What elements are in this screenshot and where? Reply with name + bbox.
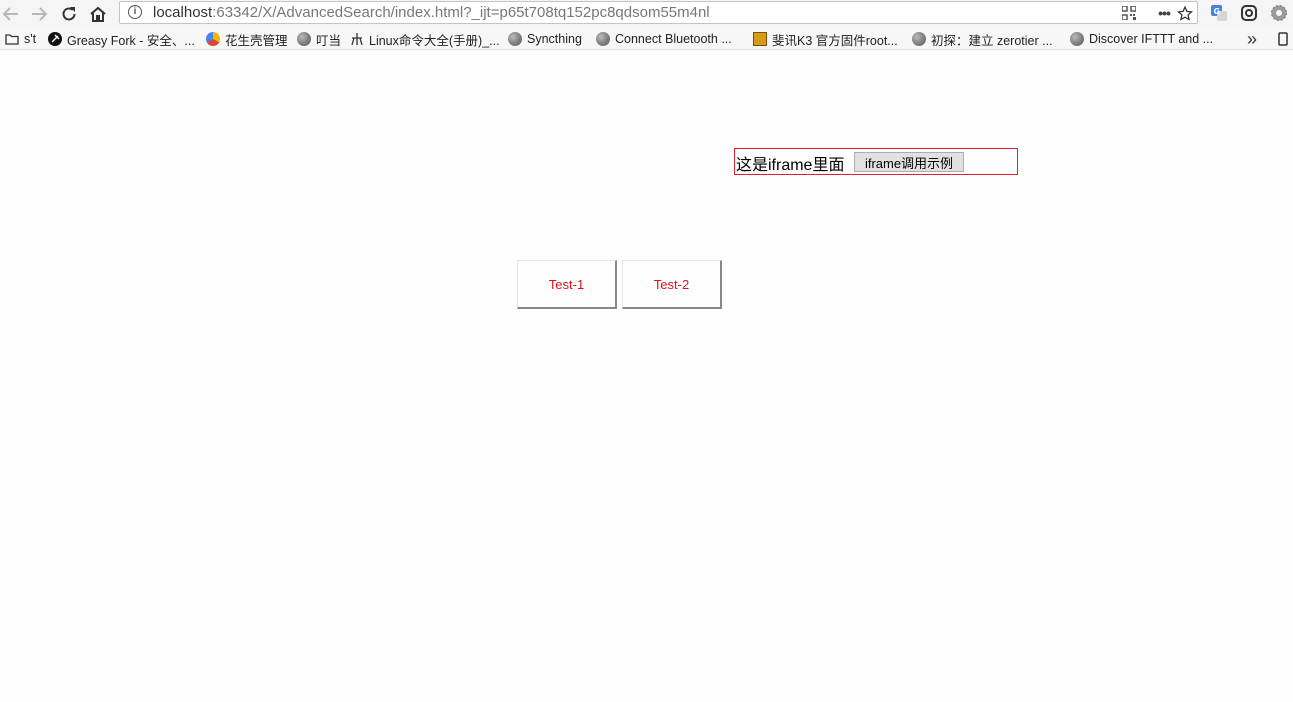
- linux-icon: [351, 33, 363, 46]
- test-1-button[interactable]: Test-1: [517, 260, 617, 309]
- bookmark-oray[interactable]: 花生壳管理: [206, 30, 288, 48]
- bookmark-linux-commands[interactable]: Linux命令大全(手册)_...: [350, 30, 500, 48]
- iframe-frame: 这是iframe里面 iframe调用示例: [734, 148, 1018, 175]
- globe-icon: [508, 32, 522, 46]
- bookmark-phicomm-k3[interactable]: 斐讯K3 官方固件root...: [753, 30, 898, 48]
- page-content: 这是iframe里面 iframe调用示例 Test-1 Test-2: [0, 50, 1293, 702]
- arrow-left-icon: [2, 7, 18, 21]
- bookmark-label: Connect Bluetooth ...: [615, 32, 732, 46]
- reload-button[interactable]: [58, 3, 80, 25]
- more-icon[interactable]: •••: [1153, 5, 1175, 21]
- mobile-icon: [1278, 32, 1288, 46]
- globe-icon: [1070, 32, 1084, 46]
- k3-icon: [753, 32, 767, 46]
- bookmark-label: Linux命令大全(手册)_...: [369, 33, 500, 48]
- test-2-button[interactable]: Test-2: [622, 260, 722, 309]
- bookmark-label: s't: [24, 32, 37, 46]
- iframe-example-button[interactable]: iframe调用示例: [854, 152, 964, 172]
- bookmark-label: Greasy Fork - 安全、...: [67, 33, 195, 48]
- extension-icon[interactable]: [1239, 3, 1259, 23]
- reload-icon: [62, 7, 76, 21]
- globe-icon: [297, 32, 311, 46]
- bookmark-label: 叮当: [316, 33, 342, 48]
- address-bar[interactable]: i localhost:63342/X/AdvancedSearch/index…: [119, 1, 1198, 24]
- svg-text:G: G: [1214, 7, 1221, 16]
- bookmarks-bar: s't Greasy Fork - 安全、... 花生壳管理 叮当 Linux命…: [0, 27, 1293, 50]
- url-text[interactable]: localhost:63342/X/AdvancedSearch/index.h…: [153, 4, 710, 21]
- bookmark-dingdang[interactable]: 叮当: [297, 30, 341, 48]
- qr-code-icon[interactable]: [1121, 5, 1137, 21]
- browser-toolbar: i localhost:63342/X/AdvancedSearch/index…: [0, 0, 1293, 27]
- bookmark-label: Discover IFTTT and ...: [1089, 32, 1214, 46]
- home-button[interactable]: [87, 3, 109, 25]
- bookmark-syncthing[interactable]: Syncthing: [508, 30, 582, 48]
- home-icon: [90, 6, 106, 22]
- bookmark-folder-st[interactable]: s't: [5, 30, 36, 48]
- bookmarks-overflow-button[interactable]: »: [1247, 29, 1257, 49]
- info-icon[interactable]: i: [128, 5, 142, 19]
- back-button[interactable]: [0, 3, 22, 25]
- bookmark-connect-bluetooth[interactable]: Connect Bluetooth ...: [596, 30, 732, 48]
- bookmark-ifttt[interactable]: Discover IFTTT and ...: [1070, 30, 1213, 48]
- url-path: :63342/X/AdvancedSearch/index.html?_ijt=…: [212, 4, 710, 21]
- bookmark-label: 初探：建立 zerotier ...: [931, 33, 1053, 48]
- translate-icon[interactable]: G: [1209, 3, 1229, 23]
- globe-icon: [596, 32, 610, 46]
- settings-icon[interactable]: [1269, 3, 1289, 23]
- globe-icon: [912, 32, 926, 46]
- mobile-bookmarks-folder[interactable]: [1276, 30, 1293, 48]
- bookmark-zerotier[interactable]: 初探：建立 zerotier ...: [912, 30, 1053, 48]
- bookmark-label: Syncthing: [527, 32, 582, 46]
- star-icon[interactable]: [1177, 5, 1193, 21]
- bookmark-label: 花生壳管理: [225, 33, 288, 48]
- bookmark-greasy-fork[interactable]: Greasy Fork - 安全、...: [48, 30, 195, 48]
- bookmark-label: 斐讯K3 官方固件root...: [772, 33, 898, 48]
- folder-icon: [5, 34, 19, 45]
- forward-button[interactable]: [28, 3, 50, 25]
- oray-icon: [206, 32, 220, 46]
- url-host: localhost: [153, 4, 213, 21]
- iframe-label: 这是iframe里面: [736, 157, 845, 174]
- arrow-right-icon: [32, 7, 48, 21]
- greasyfork-icon: [48, 32, 62, 46]
